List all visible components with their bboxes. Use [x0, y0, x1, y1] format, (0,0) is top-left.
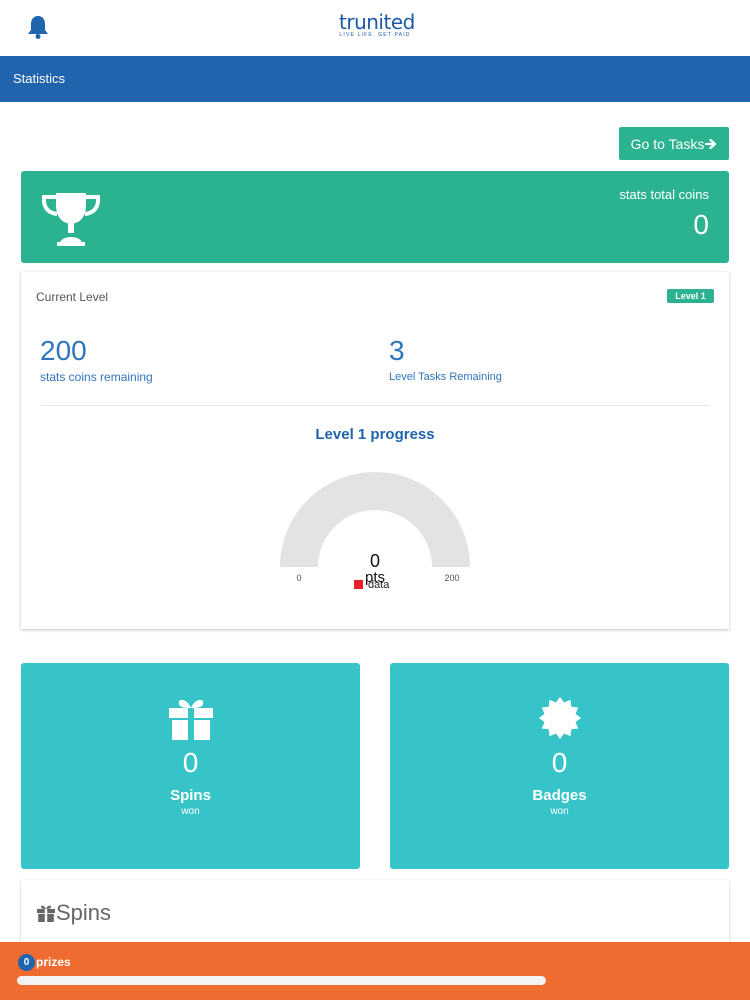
- legend-swatch: [354, 580, 363, 589]
- logo-text: trunited: [339, 10, 415, 34]
- spins-won-sublabel: won: [181, 806, 200, 817]
- gift-icon: [169, 699, 213, 740]
- scrollbar[interactable]: [17, 976, 546, 985]
- gauge-max-label: 200: [444, 573, 459, 583]
- tasks-remaining-label: Level Tasks Remaining: [389, 371, 502, 383]
- spins-section-header: Spins: [36, 900, 111, 926]
- arrow-right-icon: [705, 138, 717, 149]
- nav-bar: Statistics: [0, 56, 750, 102]
- spins-section-title: Spins: [56, 900, 112, 925]
- spins-won-tile[interactable]: 0 Spins won: [21, 663, 360, 869]
- badges-won-tile[interactable]: 0 Badges won: [390, 663, 729, 869]
- badges-won-label: Badges: [532, 787, 587, 804]
- current-level-label: Current Level: [36, 290, 109, 304]
- page-title: Statistics: [13, 71, 66, 86]
- spins-section: Spins: [21, 880, 729, 942]
- spins-won-label: Spins: [170, 787, 211, 804]
- gift-icon: [37, 905, 55, 922]
- level-progress-title: Level 1 progress: [315, 426, 435, 443]
- badges-won-sublabel: won: [550, 806, 569, 817]
- total-coins-card: stats total coins 0: [21, 171, 729, 263]
- level-badge: Level 1: [667, 289, 714, 303]
- go-to-tasks-button[interactable]: Go to Tasks: [619, 127, 729, 160]
- prizes-label[interactable]: prizes: [36, 955, 71, 969]
- tasks-remaining-value: 3: [389, 335, 405, 366]
- coins-remaining-value: 200: [40, 335, 87, 366]
- current-level-card: Current Level Level 1 200 stats coins re…: [21, 272, 729, 629]
- gauge-min-label: 0: [296, 573, 301, 583]
- trophy-icon: [41, 193, 101, 246]
- coins-remaining-label: stats coins remaining: [40, 370, 153, 384]
- top-bar: trunited LIVE LIFE. GET PAID: [0, 0, 750, 56]
- app-logo: trunited LIVE LIFE. GET PAID: [339, 10, 415, 39]
- gauge-value: 0: [370, 551, 380, 571]
- legend-label: data: [368, 579, 390, 591]
- prize-count-badge: 0: [18, 954, 35, 971]
- total-coins-label: stats total coins: [619, 187, 709, 202]
- logo-tagline: LIVE LIFE. GET PAID: [339, 32, 411, 38]
- badges-won-value: 0: [551, 747, 568, 778]
- bell-icon[interactable]: [26, 14, 50, 40]
- go-to-tasks-label: Go to Tasks: [630, 135, 705, 152]
- prizes-bar: [0, 942, 750, 1000]
- total-coins-value: 0: [693, 209, 709, 240]
- divider: [41, 405, 709, 406]
- spins-won-value: 0: [182, 747, 199, 778]
- level-progress-gauge: 0 pts 0 200 data: [280, 472, 470, 591]
- badge-icon: [539, 697, 581, 739]
